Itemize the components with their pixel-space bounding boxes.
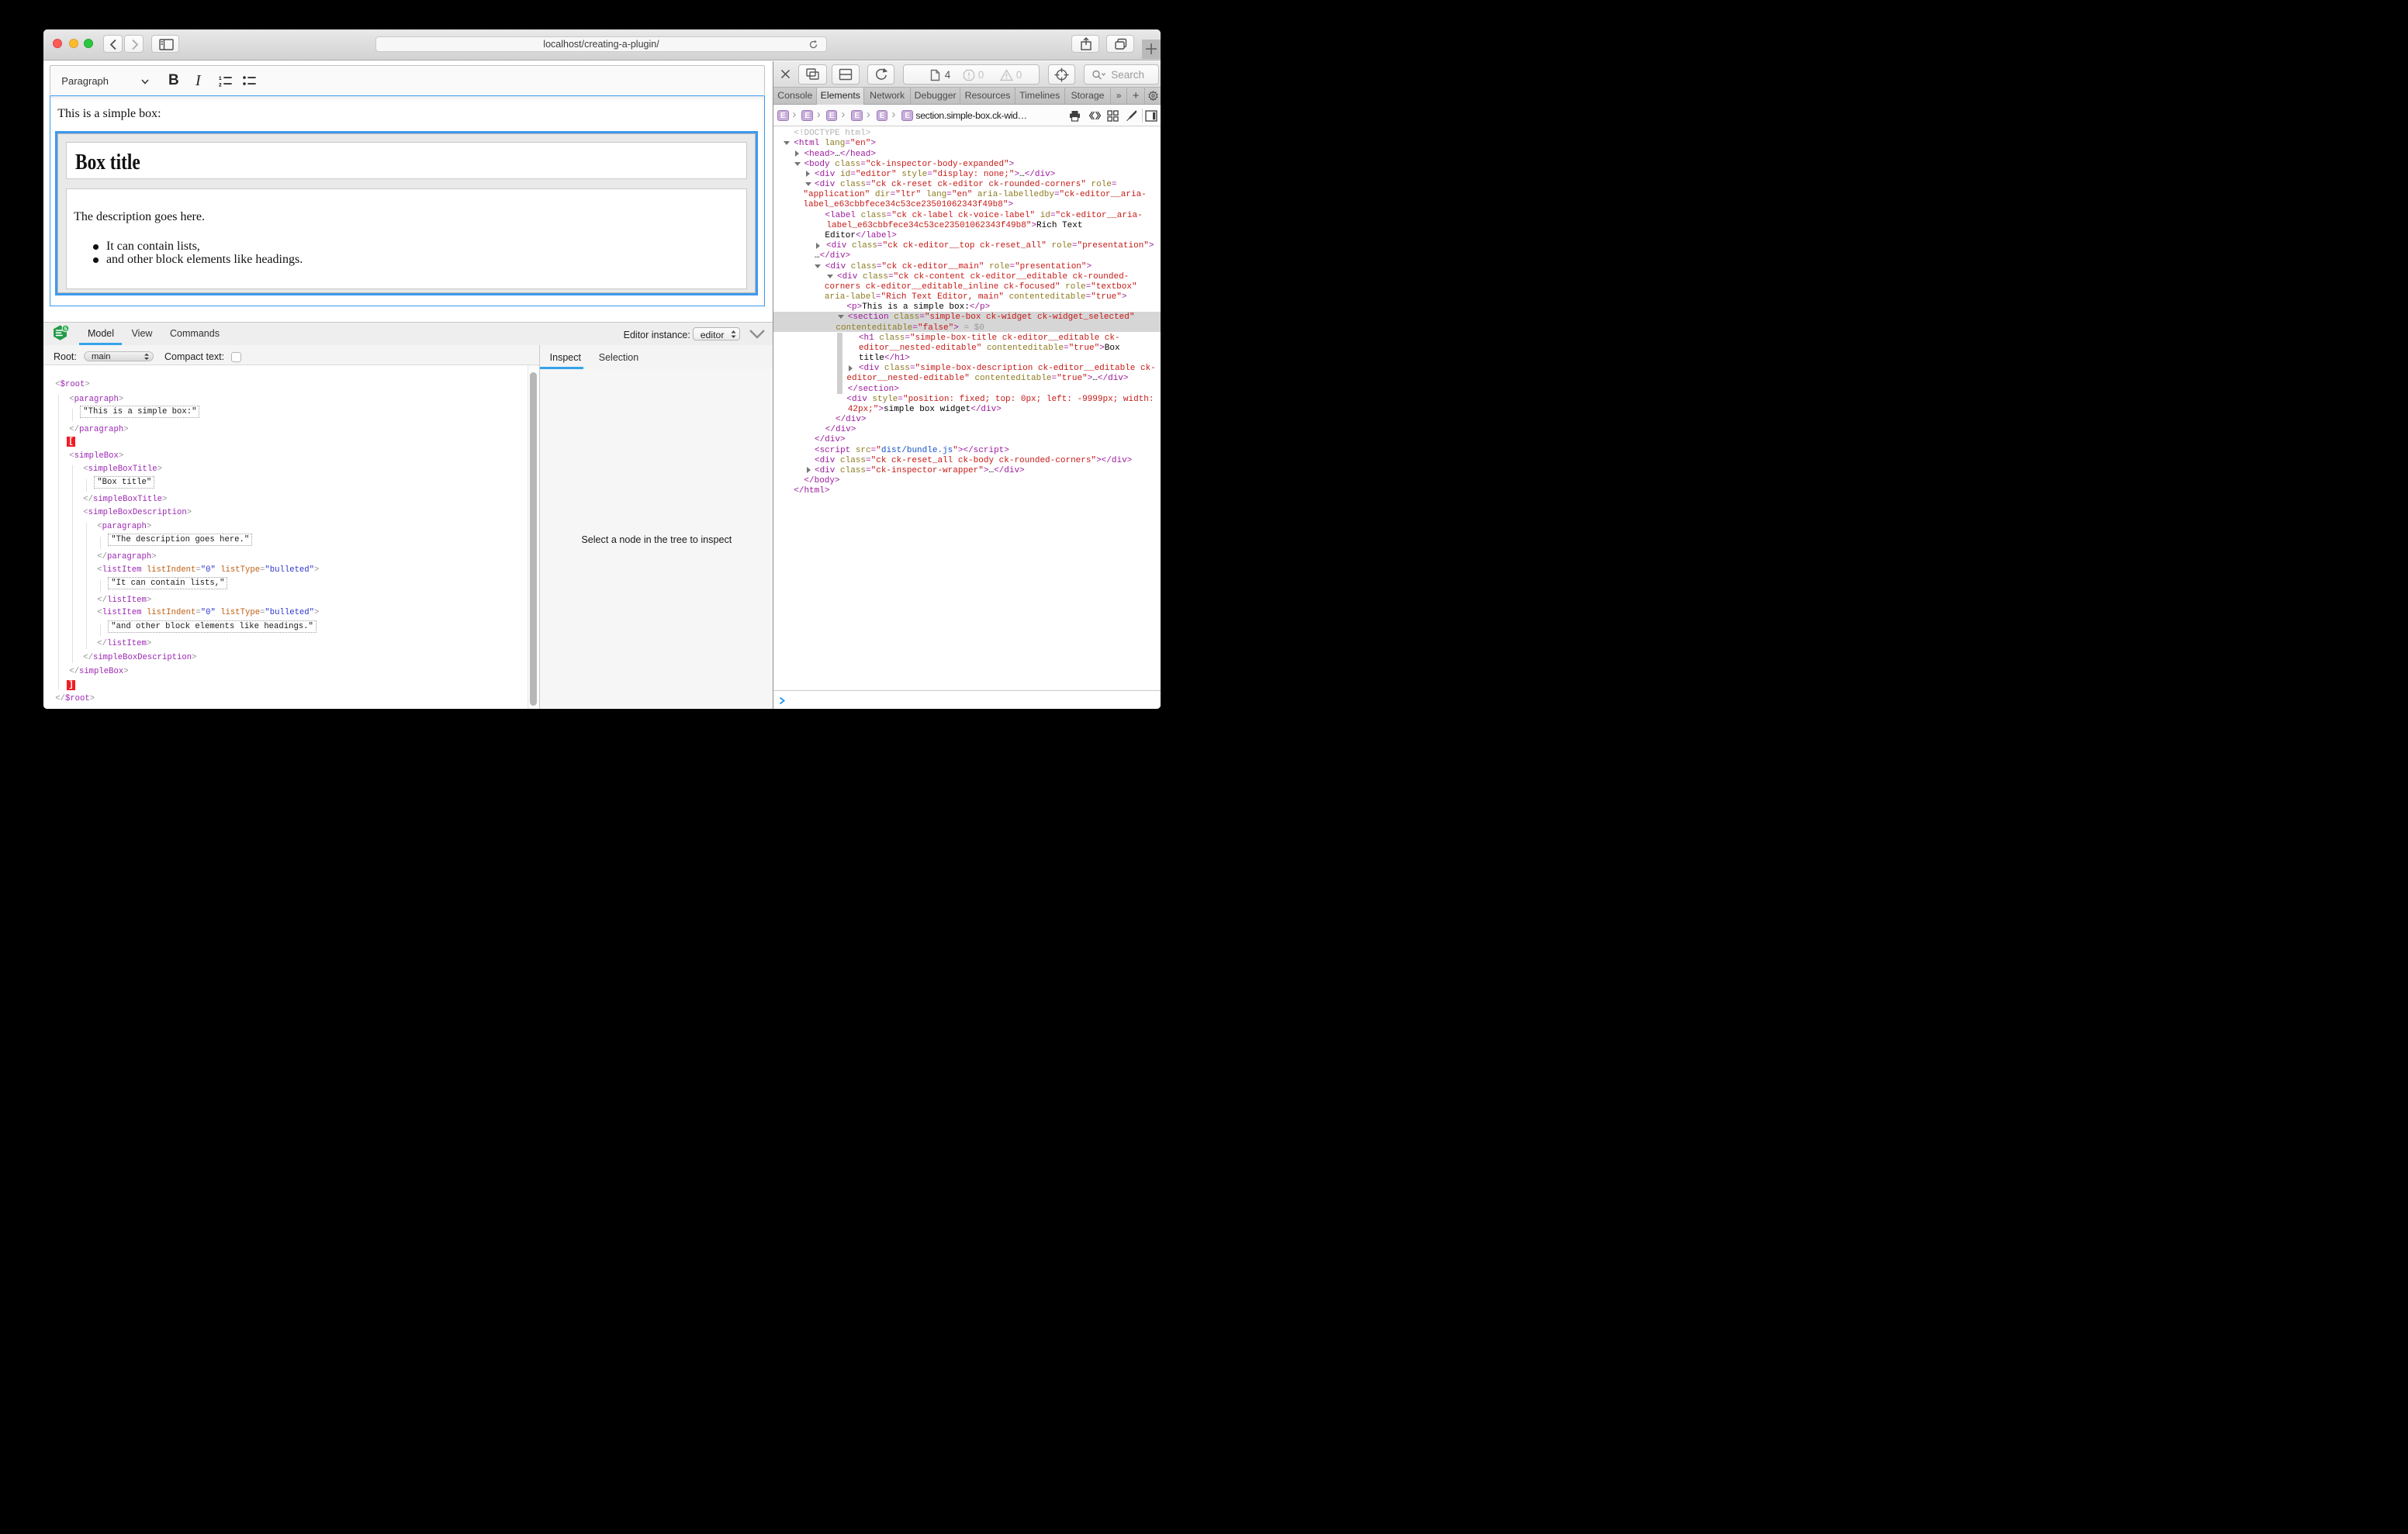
svg-text:2: 2 bbox=[219, 83, 222, 88]
svg-text:5: 5 bbox=[64, 326, 67, 332]
svg-text:1: 1 bbox=[219, 76, 222, 81]
